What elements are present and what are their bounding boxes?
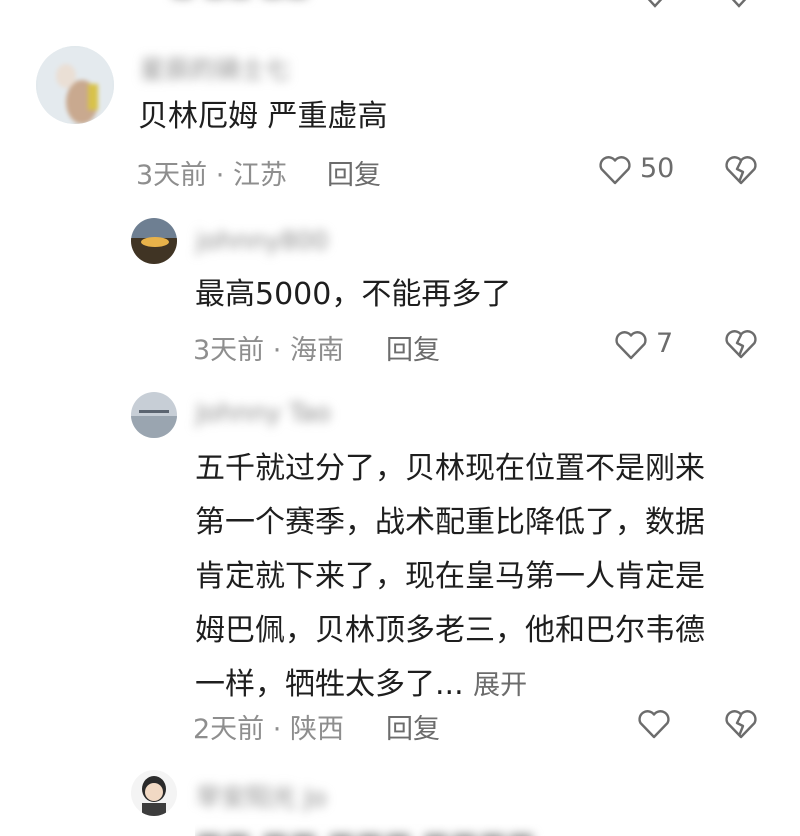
broken-heart-icon[interactable] bbox=[724, 155, 758, 185]
like-count: 50 bbox=[640, 153, 675, 184]
comment-time: 3天前 bbox=[136, 160, 208, 191]
reply-button[interactable]: 回复 bbox=[386, 328, 440, 367]
comment-time: 3天前 bbox=[193, 335, 265, 366]
like-count: 7 bbox=[656, 328, 674, 359]
comment-line: 肯定就下来了，现在皇马第一人肯定是 bbox=[195, 559, 705, 594]
avatar[interactable] bbox=[131, 392, 177, 438]
broken-heart-icon[interactable] bbox=[724, 709, 758, 739]
like-button[interactable]: 7 bbox=[614, 328, 684, 364]
comment-text-partial: ▬▬ ▬▬ ▬▬▬ ▬▬▬▬ bbox=[195, 824, 695, 836]
like-button[interactable]: 50 bbox=[598, 153, 688, 189]
comment-meta: 3天前 · 江苏 bbox=[136, 160, 287, 191]
heart-outline-icon bbox=[599, 156, 631, 185]
author-name[interactable]: 星辰的骑士七 bbox=[140, 50, 290, 86]
avatar[interactable] bbox=[36, 46, 114, 124]
comment-line: 第一个赛季，战术配重比降低了，数据 bbox=[195, 505, 705, 540]
heart-outline-icon bbox=[615, 331, 647, 360]
comment-text: 贝林厄姆 严重虚高 bbox=[138, 99, 388, 134]
comment-line: 五千就过分了，贝林现在位置不是刚来 bbox=[195, 451, 705, 486]
comment-line: 一样，牺牲太多了... bbox=[195, 667, 464, 702]
avatar[interactable] bbox=[131, 218, 177, 264]
comment-line: 姆巴佩，贝林顶多老三，他和巴尔韦德 bbox=[195, 613, 705, 648]
comment-region: 海南 bbox=[289, 335, 344, 366]
comment-region: 陕西 bbox=[289, 714, 344, 745]
partial-top-row: ▬ ▬▬ ▬▬ bbox=[0, 0, 800, 8]
comment-text: 最高5000，不能再多了 bbox=[195, 277, 512, 312]
comment-meta: 3天前 · 海南 bbox=[193, 335, 344, 366]
reply-button[interactable]: 回复 bbox=[327, 153, 381, 192]
author-name[interactable]: Johnny Tao bbox=[196, 398, 331, 427]
heart-outline-icon[interactable] bbox=[637, 709, 671, 739]
comment-meta: 2天前 · 陕西 bbox=[193, 714, 344, 745]
author-name[interactable]: johnny800 bbox=[196, 226, 328, 255]
author-name[interactable]: 早安阳光 Jo bbox=[196, 778, 327, 814]
reply-button[interactable]: 回复 bbox=[386, 707, 440, 746]
comment-region: 江苏 bbox=[232, 160, 287, 191]
comment-time: 2天前 bbox=[193, 714, 265, 745]
comment-text: 五千就过分了，贝林现在位置不是刚来 第一个赛季，战术配重比降低了，数据 肯定就下… bbox=[195, 442, 775, 713]
avatar[interactable] bbox=[131, 770, 177, 816]
expand-button[interactable]: 展开 bbox=[473, 670, 527, 701]
broken-heart-icon[interactable] bbox=[724, 329, 758, 359]
